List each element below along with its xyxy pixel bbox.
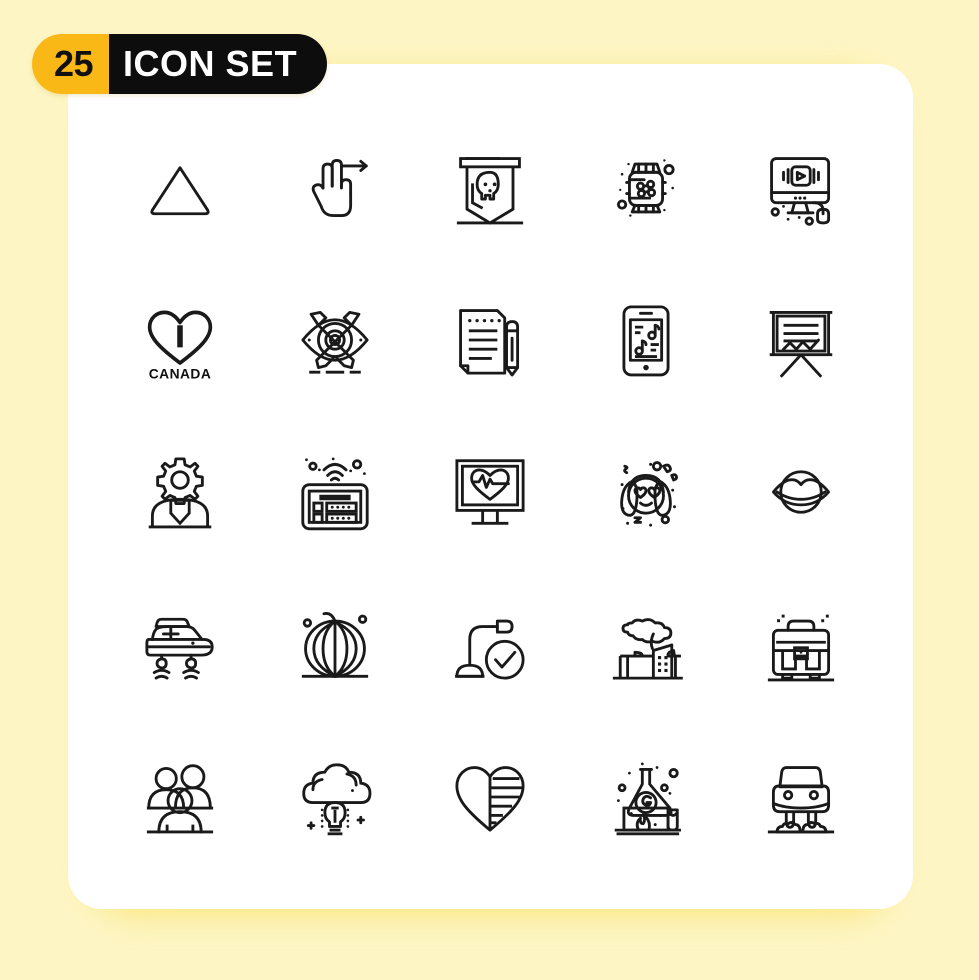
icon-set-title: ICON SET: [109, 34, 328, 94]
hover-car-side-icon: [145, 617, 214, 680]
icon-cell-girl-heart-eyes-emoji[interactable]: [568, 416, 723, 568]
icon-cell-tablet-wifi[interactable]: [257, 416, 412, 568]
chemistry-lab-flask-icon: [614, 762, 681, 836]
icon-cell-triangle-up[interactable]: [102, 112, 257, 264]
icon-cell-graphic-design-tools[interactable]: [257, 264, 412, 416]
icon-cell-hover-car-front[interactable]: [724, 721, 879, 873]
icon-cell-chemistry-lab-flask[interactable]: [568, 721, 723, 873]
icon-cell-swipe-right-gesture[interactable]: [257, 112, 412, 264]
striped-heart-icon: [455, 766, 526, 832]
icon-cell-desktop-video-player[interactable]: [724, 112, 879, 264]
icon-count-label: 25: [32, 34, 110, 94]
graphic-design-tools-icon: [301, 311, 369, 374]
icon-cell-hover-car-side[interactable]: [102, 569, 257, 721]
people-group-icon: [146, 764, 213, 834]
icon-cell-i-love-canada[interactable]: CANADA: [102, 264, 257, 416]
icon-cell-heart-rate-monitor[interactable]: [413, 416, 568, 568]
pirate-skull-banner-icon: [457, 157, 524, 225]
icon-set-badge: 25 ICON SET: [32, 34, 328, 94]
heart-rate-monitor-icon: [455, 459, 526, 526]
icon-cell-microphone-check[interactable]: [413, 569, 568, 721]
microphone-check-icon: [455, 619, 526, 680]
tablet-wifi-icon: [301, 457, 369, 531]
icon-cell-smartphone-music[interactable]: [568, 264, 723, 416]
smartwatch-apps-icon: [616, 159, 675, 217]
document-pencil-icon: [459, 309, 520, 377]
icon-cell-presentation-chart[interactable]: [724, 264, 879, 416]
icon-cell-document-pencil[interactable]: [413, 264, 568, 416]
icon-cell-factory-smoke[interactable]: [568, 569, 723, 721]
desktop-video-player-icon: [770, 157, 831, 226]
icon-grid: CANADA: [68, 64, 913, 909]
icon-cell-pumpkin[interactable]: [257, 569, 412, 721]
lips-mouth-icon: [772, 470, 831, 515]
triangle-up-icon: [150, 166, 210, 216]
canada-label: CANADA: [148, 367, 211, 382]
cloud-idea-bulb-icon: [302, 763, 372, 836]
icon-cell-smartwatch-apps[interactable]: [568, 112, 723, 264]
icon-cell-people-group[interactable]: [102, 721, 257, 873]
smartphone-music-icon: [622, 305, 670, 377]
icon-cell-pirate-skull-banner[interactable]: [413, 112, 568, 264]
icon-cell-user-settings-gear[interactable]: [102, 416, 257, 568]
icon-cell-cloud-idea-bulb[interactable]: [257, 721, 412, 873]
swipe-right-gesture-icon: [311, 159, 368, 218]
icon-cell-lips-mouth[interactable]: [724, 416, 879, 568]
presentation-chart-icon: [770, 311, 833, 379]
pumpkin-icon: [301, 611, 369, 678]
hover-car-front-icon: [768, 766, 835, 834]
i-love-canada-heart-icon: CANADA: [147, 310, 212, 382]
user-settings-gear-icon: [148, 457, 211, 529]
briefcase-icon: [768, 614, 835, 682]
icon-cell-briefcase[interactable]: [724, 569, 879, 721]
factory-smoke-icon: [612, 617, 683, 680]
icon-cell-striped-heart[interactable]: [413, 721, 568, 873]
girl-heart-eyes-emoji-icon: [620, 461, 678, 528]
